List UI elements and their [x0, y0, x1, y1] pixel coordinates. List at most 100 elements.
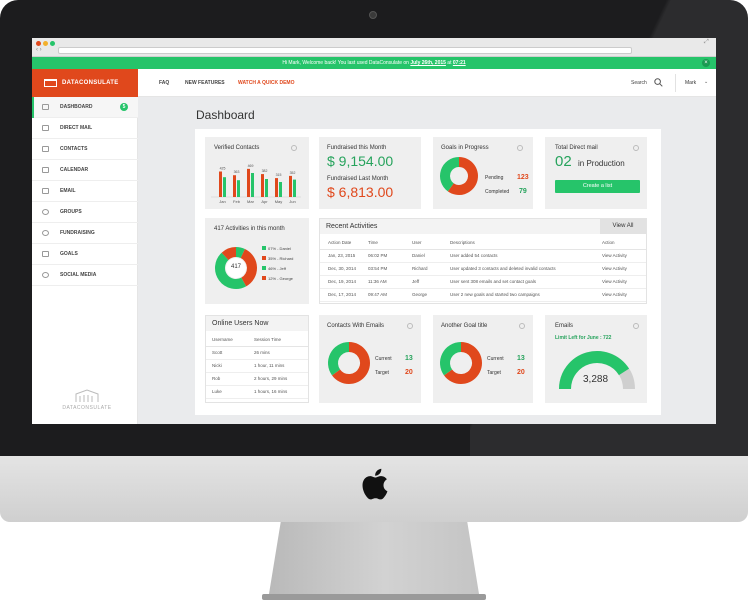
sidebar-item-label: EMAIL	[60, 188, 76, 194]
tick-label: May	[275, 199, 283, 204]
sidebar-item-label: SOCIAL MEDIA	[60, 272, 97, 278]
bar	[219, 171, 222, 197]
search-label[interactable]: Search	[631, 80, 647, 86]
back-forward-icon[interactable]: ‹ ›	[36, 47, 42, 54]
card-title: Recent Activities	[326, 223, 378, 230]
search-icon[interactable]	[654, 78, 663, 87]
gear-icon[interactable]	[519, 323, 525, 329]
cell-user: Jeff	[412, 279, 420, 284]
view-all-button[interactable]: View All	[600, 219, 646, 234]
fundraised-this-value: $ 9,154.00	[327, 153, 394, 169]
gear-icon[interactable]	[517, 145, 523, 151]
last-login-date[interactable]: July 26th, 2015	[410, 60, 446, 66]
verified-contacts-card: Verified Contacts 425 Jan 363 Feb 469 Mar 382 A…	[205, 137, 309, 209]
groups-icon	[42, 209, 49, 215]
gear-icon[interactable]	[291, 145, 297, 151]
close-icon[interactable]: ×	[702, 59, 710, 67]
fundraised-last-label: Fundraised Last Month	[327, 176, 389, 182]
activities-card: 417 Activities in this month 417 07% - D…	[205, 218, 309, 304]
legend-swatch	[262, 266, 266, 270]
create-list-button[interactable]: Create a list	[555, 180, 640, 193]
nav-faq[interactable]: FAQ	[159, 80, 169, 86]
donut-segment	[440, 342, 462, 376]
active-indicator	[32, 97, 34, 118]
footer-brand-name: DATACONSULATE	[62, 405, 112, 411]
cell-user: Richard	[412, 266, 428, 271]
view-activity-link[interactable]: View Activity	[602, 275, 646, 288]
sidebar-item-contacts[interactable]: CONTACTS	[32, 139, 138, 160]
nav-watch-demo[interactable]: WATCH A QUICK DEMO	[238, 80, 294, 86]
target-value: 20	[405, 369, 413, 376]
data-label: 382	[262, 169, 268, 173]
window-close-icon[interactable]	[36, 41, 41, 46]
card-title: Total Direct mail	[555, 145, 598, 151]
view-activity-link[interactable]: View Activity	[602, 288, 646, 301]
another-goal-card: Another Goal title Current 13 Target 20	[433, 315, 533, 403]
gear-icon[interactable]	[633, 145, 639, 151]
user-menu[interactable]: Mark	[685, 80, 696, 86]
legend-label: 35% - Richard	[268, 256, 294, 261]
sidebar-item-label: FUNDRAISING	[60, 230, 95, 236]
emails-card: Emails Limit Left for June : 722 3,288	[545, 315, 647, 403]
donut-segment	[221, 247, 237, 261]
sidebar-item-dashboard[interactable]: DASHBOARD 5	[32, 97, 138, 118]
bar	[233, 175, 236, 197]
data-label: 363	[234, 170, 240, 174]
bar	[251, 173, 254, 197]
bar	[261, 174, 264, 197]
card-title: Emails	[555, 323, 574, 329]
cell-session: 1 hours, 16 mins	[254, 389, 288, 394]
chevron-down-icon[interactable]: ⌄	[704, 79, 708, 85]
expand-icon[interactable]: ⤢	[704, 39, 709, 46]
window-minimize-icon[interactable]	[43, 41, 48, 46]
data-label: 315	[276, 173, 282, 177]
monitor-stand	[268, 522, 480, 600]
fundraised-last-value: $ 6,813.00	[327, 184, 394, 200]
sidebar-item-calendar[interactable]: CALENDAR	[32, 160, 138, 181]
last-login-time[interactable]: 07:21	[453, 60, 466, 66]
table-row: Scott 26 mins	[206, 346, 308, 359]
brand-logo[interactable]: DATACONSULATE	[32, 69, 138, 97]
table-row: Luke 1 hours, 16 mins	[206, 385, 308, 398]
dashboard-panel: Verified Contacts 425 Jan 363 Feb 469 Mar 382 A…	[195, 129, 661, 415]
table-row: Dec, 17, 2014 09:47 AM George User 2 new go…	[320, 288, 646, 301]
gear-icon[interactable]	[407, 323, 413, 329]
view-activity-link[interactable]: View Activity	[602, 262, 646, 275]
table-row: Dec, 19, 2014 11:36 AM Jeff User sent 308 e…	[320, 275, 646, 288]
legend-label: 07% - Daniel	[268, 246, 291, 251]
monitor-stand-base	[262, 594, 486, 600]
sidebar-item-email[interactable]: EMAIL	[32, 181, 138, 202]
sidebar-item-label: CONTACTS	[60, 146, 88, 152]
bar	[279, 182, 282, 197]
sidebar-item-groups[interactable]: GROUPS	[32, 202, 138, 223]
mail-icon	[42, 125, 49, 131]
current-label: Current	[375, 356, 392, 362]
building-logo-icon	[75, 389, 99, 402]
gear-icon[interactable]	[633, 323, 639, 329]
sidebar-item-goals[interactable]: GOALS	[32, 244, 138, 265]
direct-mail-card: Total Direct mail 02 in Production Creat…	[545, 137, 647, 209]
card-title: Another Goal title	[441, 323, 488, 329]
column-header: Action	[602, 240, 615, 246]
legend-label: 12% - George	[268, 276, 293, 281]
activities-legend: 07% - Daniel 35% - Richard 46% - Jeff 12…	[262, 246, 308, 286]
cell-username: Rob	[212, 376, 221, 381]
column-header: Descriptions	[450, 240, 475, 246]
legend-swatch	[262, 256, 266, 260]
address-bar[interactable]	[58, 47, 632, 54]
top-navigation: FAQ NEW FEATURES WATCH A QUICK DEMO Sear…	[138, 69, 716, 97]
view-activity-link[interactable]: View Activity	[602, 249, 646, 262]
completed-label: Completed	[485, 189, 510, 195]
pending-value: 123	[517, 174, 529, 181]
window-maximize-icon[interactable]	[50, 41, 55, 46]
nav-new-features[interactable]: NEW FEATURES	[185, 80, 225, 86]
donut-segment	[235, 247, 245, 259]
calendar-icon	[42, 167, 49, 173]
sidebar-item-direct-mail[interactable]: DIRECT MAIL	[32, 118, 138, 139]
legend-swatch	[262, 276, 266, 280]
sidebar-item-social-media[interactable]: SOCIAL MEDIA	[32, 265, 138, 286]
sidebar-item-fundraising[interactable]: FUNDRAISING	[32, 223, 138, 244]
fundraising-icon	[42, 230, 49, 236]
main-content: Dashboard Verified Contacts 425 Jan 363 Feb…	[138, 97, 716, 424]
recent-activities-card: Recent Activities View All Action Date T…	[319, 218, 647, 304]
